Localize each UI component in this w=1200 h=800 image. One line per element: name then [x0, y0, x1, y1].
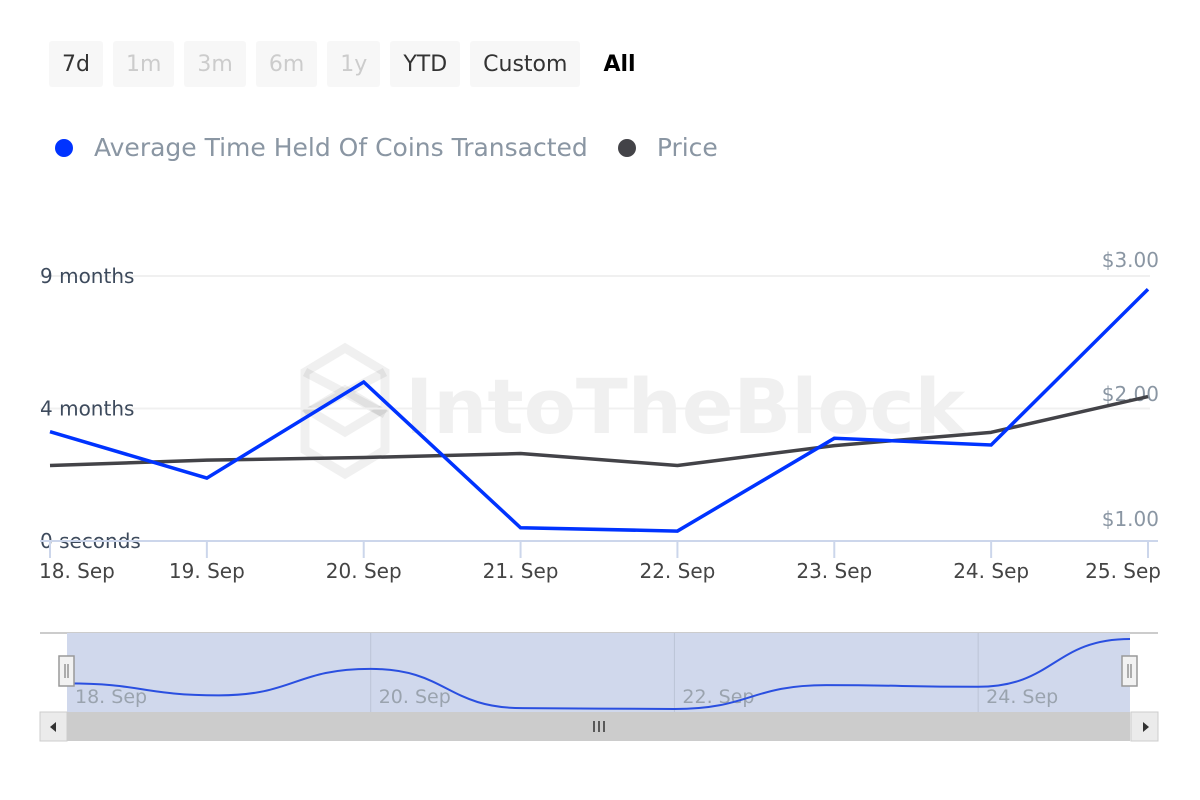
x-axis-tick-label: 21. Sep [483, 559, 559, 583]
y-axis-right-tick-label: $1.00 [1102, 507, 1159, 531]
handle-box [58, 655, 75, 687]
watermark-text: IntoTheBlock [405, 362, 967, 451]
navigator-handle-right[interactable] [1121, 655, 1138, 687]
y-axis-left-tick-label: 4 months [40, 397, 134, 421]
y-axis-right-tick-label: $2.00 [1102, 382, 1159, 406]
x-axis-tick-label: 24. Sep [953, 559, 1029, 583]
navigator-handle-left[interactable] [58, 655, 75, 687]
y-axis-right-tick-label: $3.00 [1102, 248, 1159, 272]
x-axis-tick-label: 19. Sep [169, 559, 245, 583]
navigator-tick-label: 24. Sep [986, 686, 1058, 708]
x-axis-tick-label: 22. Sep [639, 559, 715, 583]
chart-area: IntoTheBlock 0 seconds4 months9 months$1… [39, 248, 1161, 742]
handle-box [1121, 655, 1138, 687]
x-axis-tick-label: 20. Sep [326, 559, 402, 583]
navigator-selected-range[interactable] [67, 633, 1130, 712]
x-axis-tick-label: 25. Sep [1085, 559, 1161, 583]
x-axis-tick-label: 18. Sep [39, 559, 115, 583]
y-axis-left-tick-label: 9 months [40, 264, 134, 288]
x-axis-tick-label: 23. Sep [796, 559, 872, 583]
navigator-tick-label: 20. Sep [379, 686, 451, 708]
